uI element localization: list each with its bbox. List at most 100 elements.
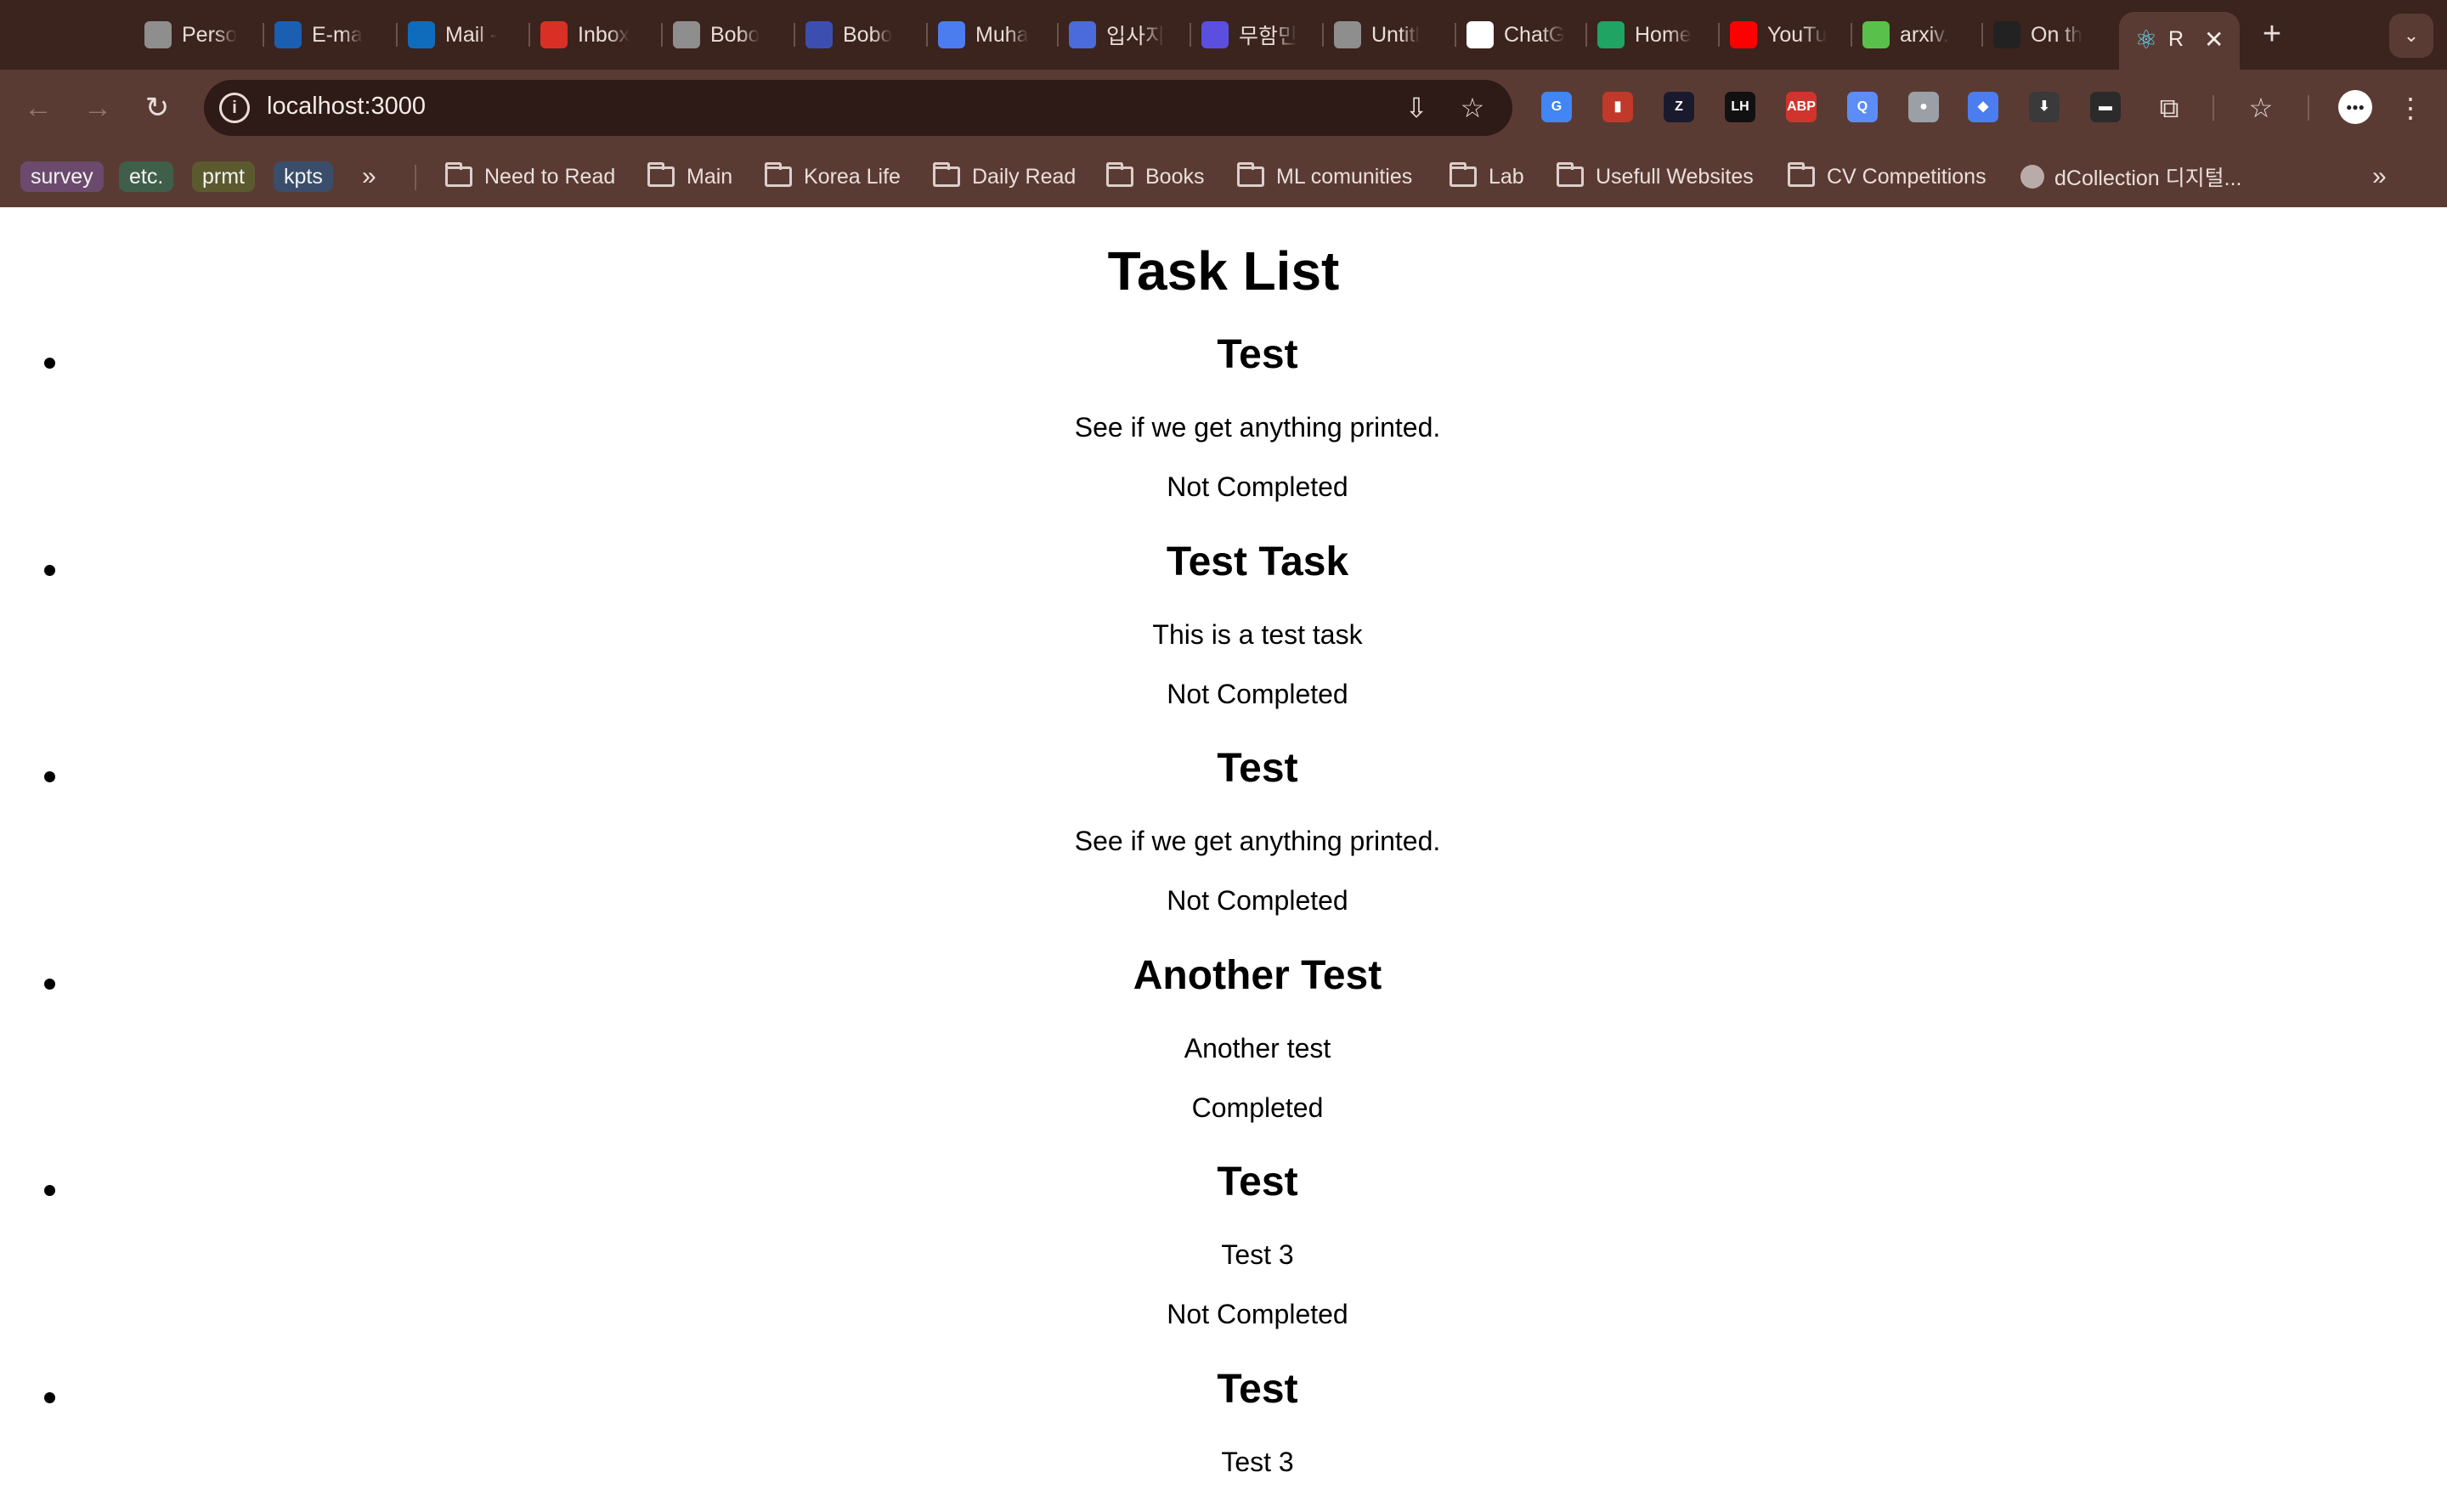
toolbar-divider — [2212, 95, 2214, 121]
bookmark-folder-label: Main — [687, 164, 733, 189]
task-status: Not Completed — [1167, 1299, 1348, 1329]
scholar-extension-icon[interactable]: ◆ — [1968, 92, 1998, 122]
q-icon — [1201, 21, 1229, 48]
bookmark-folder[interactable]: Lab — [1450, 161, 1524, 192]
toolbar-divider — [2308, 95, 2309, 121]
translate-extension-icon[interactable]: G — [1541, 92, 1572, 122]
back-icon[interactable]: ← — [17, 87, 59, 129]
browser-tab[interactable]: Inbox — [540, 14, 651, 56]
globe-icon — [673, 21, 700, 48]
task-item: Test See if we get anything printed. Not C… — [0, 745, 2447, 952]
gmail-icon — [540, 21, 568, 48]
new-tab-button[interactable]: + — [2252, 15, 2292, 56]
reading-list-icon[interactable]: ☆ — [2243, 90, 2279, 126]
bookmark-chip[interactable]: etc. — [119, 161, 174, 192]
task-title: Test — [1217, 332, 1298, 377]
forward-icon[interactable]: → — [76, 87, 119, 129]
bookmark-folder-label: CV Competitions — [1827, 164, 1986, 189]
contact-extension-icon[interactable]: ● — [1908, 92, 1939, 122]
download-extension-icon[interactable]: ⬇ — [2029, 92, 2060, 122]
task-description: See if we get anything printed. — [1074, 412, 1441, 443]
tab-separator — [1190, 23, 1191, 47]
browser-tab[interactable]: YouTu — [1730, 14, 1840, 56]
bookmark-folder[interactable]: Daily Read — [933, 161, 1076, 192]
browser-tab[interactable]: Untitl — [1334, 14, 1444, 56]
tab-separator — [926, 23, 928, 47]
task-status: Not Completed — [1167, 885, 1348, 916]
chevron-overflow-icon[interactable]: » — [362, 161, 376, 192]
bookmark-folder[interactable]: Books — [1106, 161, 1204, 192]
tab-separator — [1981, 23, 1983, 47]
tab-label: Untitl — [1371, 22, 1420, 47]
url-text[interactable]: localhost:3000 — [267, 93, 426, 121]
bookmark-folder[interactable]: Main — [647, 161, 732, 192]
bookmark-folder[interactable]: Korea Life — [765, 161, 901, 192]
browser-tab[interactable]: Perso — [144, 14, 255, 56]
browser-tab[interactable]: E-ma — [274, 14, 385, 56]
bookmark-star-icon[interactable]: ☆ — [1456, 92, 1489, 124]
bookmark-folder[interactable]: Need to Read — [445, 161, 615, 192]
tab-separator — [1322, 23, 1324, 47]
folder-icon — [1450, 162, 1477, 187]
browser-tab[interactable]: Muha — [938, 14, 1048, 56]
site-info-icon[interactable]: i — [219, 93, 250, 123]
bookmark-chip[interactable]: prmt — [192, 161, 255, 192]
extensions-puzzle-icon[interactable]: ⧉ — [2151, 90, 2187, 126]
tab-separator — [1718, 23, 1720, 47]
browser-tab[interactable]: Bobo — [673, 14, 783, 56]
outlook-icon — [408, 21, 435, 48]
sap-icon — [274, 21, 302, 48]
bookmark-folder-label: Need to Read — [484, 164, 616, 189]
search-extension-icon[interactable]: Q — [1847, 92, 1878, 122]
bookmark-folder[interactable]: CV Competitions — [1788, 161, 1986, 192]
browser-tab[interactable]: 입사지 — [1069, 14, 1179, 56]
browser-tab[interactable]: arxiv. — [1862, 14, 1973, 56]
task-description: See if we get anything printed. — [1074, 826, 1441, 856]
close-tab-icon[interactable]: ✕ — [2204, 25, 2224, 54]
menu-kebab-icon[interactable]: ⋮ — [2393, 90, 2428, 126]
browser-tab[interactable]: Mail - — [408, 14, 518, 56]
tab-separator — [1057, 23, 1059, 47]
browser-tab[interactable]: Bobo — [805, 14, 916, 56]
bookmark-folder[interactable]: Usefull Websites — [1557, 161, 1754, 192]
bookmark-site-label: dCollection 디지털... — [2054, 166, 2242, 190]
adblock-extension-icon[interactable]: ABP — [1786, 92, 1817, 122]
bookmark-chip[interactable]: survey — [20, 161, 104, 192]
browser-tab[interactable]: On th — [1993, 14, 2104, 56]
pdf-extension-icon[interactable]: ▮ — [1602, 92, 1633, 122]
address-bar[interactable]: i localhost:3000 ⇩ ☆ — [204, 80, 1512, 136]
folder-icon — [765, 162, 792, 187]
tab-label: Perso — [182, 22, 238, 47]
hat-extension-icon[interactable]: ▬ — [2090, 92, 2121, 122]
tab-label: ChatG — [1504, 22, 1566, 47]
browser-tab[interactable]: Home — [1597, 14, 1708, 56]
graduation-icon — [938, 21, 965, 48]
list-bullet — [44, 1185, 55, 1196]
task-status: Not Completed — [1167, 471, 1348, 502]
active-tab-label: R — [2168, 27, 2184, 51]
browser-tab[interactable]: 무함민 — [1201, 14, 1312, 56]
smiley-icon — [1862, 21, 1890, 48]
browser-toolbar: ← → ↻ i localhost:3000 ⇩ ☆ G ▮ Z LH ABP Q ● ◆ ⬇ ▬… — [0, 70, 2447, 146]
install-app-icon[interactable]: ⇩ — [1400, 92, 1433, 124]
tab-label: On th — [2031, 22, 2083, 47]
active-tab[interactable]: ⚛ R ✕ — [2119, 12, 2240, 70]
browser-chrome: Perso E-ma Mail - Inbox Bobo Bobo Muha 입사지 무함민 Un… — [0, 0, 2447, 207]
tab-label: Inbox — [578, 22, 630, 47]
lh-extension-icon[interactable]: LH — [1725, 92, 1755, 122]
tab-search-button[interactable]: ⌄ — [2389, 14, 2433, 58]
reload-icon[interactable]: ↻ — [136, 87, 178, 129]
browser-tab[interactable]: ChatG — [1467, 14, 1577, 56]
bookmark-chip[interactable]: kpts — [274, 161, 333, 192]
zotero-extension-icon[interactable]: Z — [1664, 92, 1694, 122]
forms-icon — [805, 21, 833, 48]
bookmark-site-dcollection[interactable]: dCollection 디지털... — [2020, 161, 2241, 192]
tab-separator — [661, 23, 663, 47]
bookmarks-overflow-icon[interactable]: » — [2372, 161, 2387, 192]
task-description: Another test — [1184, 1032, 1331, 1063]
tab-separator — [1851, 23, 1852, 47]
profile-avatar[interactable]: ●●● — [2338, 90, 2372, 124]
globe-icon — [1334, 21, 1361, 48]
bookmark-folder[interactable]: ML comunities — [1237, 161, 1412, 192]
globe-icon — [2020, 165, 2044, 189]
